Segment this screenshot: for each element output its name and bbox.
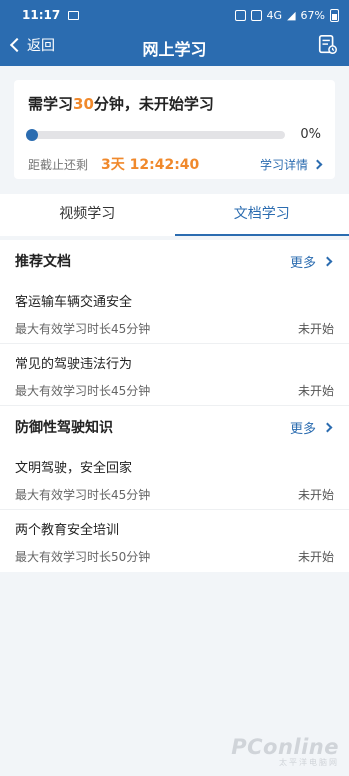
progress-percent: 0% (300, 127, 321, 142)
document-title: 客运输车辆交通安全 (15, 295, 133, 310)
more-label: 更多 (289, 421, 316, 437)
study-detail-label: 学习详情 (259, 157, 308, 172)
chevron-right-icon (312, 159, 323, 169)
more-label: 更多 (289, 255, 316, 271)
chevron-right-icon (322, 422, 333, 432)
image-notification-icon (68, 10, 80, 20)
section-title: 防御性驾驶知识 (15, 420, 113, 436)
study-summary-card: 需学习30分钟，未开始学习 0% 距截止还剩 3天 12:42:40 学习详情 (14, 80, 335, 179)
back-label: 返回 (27, 38, 55, 54)
watermark-logo: PConline (231, 735, 339, 759)
more-button[interactable]: 更多 (289, 418, 333, 437)
status-text: 未开始 (297, 322, 334, 336)
required-minutes: 30 (73, 95, 94, 113)
signal-icon (250, 9, 262, 21)
battery-icon (330, 8, 339, 22)
requirement-suffix: 分钟，未开始学习 (93, 95, 214, 113)
status-text: 未开始 (297, 384, 334, 398)
max-study-duration: 最大有效学习时长45分钟 (15, 322, 151, 336)
list-item[interactable]: 两个教育安全培训 最大有效学习时长50分钟 未开始 (0, 510, 349, 572)
section-title: 推荐文档 (15, 254, 71, 270)
status-icons: 4G ◢ 67% (234, 8, 339, 22)
document-title: 文明驾驶，安全回家 (15, 461, 133, 476)
document-meta: 最大有效学习时长45分钟 未开始 (15, 486, 334, 503)
max-study-duration: 最大有效学习时长45分钟 (15, 384, 151, 398)
back-button[interactable]: 返回 (9, 35, 55, 55)
watermark: PConline 太平洋电脑网 (231, 735, 339, 768)
deadline-label: 距截止还剩 (28, 157, 89, 172)
document-meta: 最大有效学习时长45分钟 未开始 (15, 382, 334, 399)
study-record-icon[interactable] (317, 34, 339, 56)
chevron-left-icon (9, 37, 25, 53)
deadline-row: 距截止还剩 3天 12:42:40 学习详情 (28, 154, 323, 174)
document-meta: 最大有效学习时长50分钟 未开始 (15, 548, 334, 565)
tab-bar: 视频学习 文档学习 (0, 194, 349, 236)
status-text: 未开始 (297, 550, 334, 564)
status-bar: 11:17 4G ◢ 67% (0, 0, 349, 30)
chevron-right-icon (322, 256, 333, 266)
requirement-prefix: 需学习 (28, 95, 74, 113)
max-study-duration: 最大有效学习时长45分钟 (15, 488, 151, 502)
nfc-icon (234, 9, 246, 21)
tab-video-study[interactable]: 视频学习 (0, 194, 175, 236)
list-item[interactable]: 文明驾驶，安全回家 最大有效学习时长45分钟 未开始 (0, 448, 349, 510)
battery-percent: 67% (300, 8, 325, 22)
progress-knob (26, 128, 38, 141)
study-detail-link[interactable]: 学习详情 (259, 156, 323, 173)
section-header-recommended: 推荐文档 更多 (0, 240, 349, 282)
list-item[interactable]: 客运输车辆交通安全 最大有效学习时长45分钟 未开始 (0, 282, 349, 344)
more-button[interactable]: 更多 (289, 252, 333, 271)
document-title: 两个教育安全培训 (15, 523, 120, 538)
status-time: 11:17 (22, 8, 61, 22)
progress-row: 0% (26, 127, 321, 142)
progress-track (26, 128, 285, 141)
document-meta: 最大有效学习时长45分钟 未开始 (15, 320, 334, 337)
section-header-defensive-driving: 防御性驾驶知识 更多 (0, 406, 349, 448)
deadline-countdown: 3天 12:42:40 (101, 157, 200, 173)
app-header: 11:17 4G ◢ 67% 返回 网上学习 (0, 0, 349, 66)
cellular-icon: ◢ (287, 8, 296, 22)
network-type: 4G (266, 8, 283, 22)
tab-document-study[interactable]: 文档学习 (174, 194, 349, 236)
document-title: 常见的驾驶违法行为 (15, 357, 133, 372)
max-study-duration: 最大有效学习时长50分钟 (15, 550, 151, 564)
study-requirement: 需学习30分钟，未开始学习 (28, 93, 321, 114)
status-text: 未开始 (297, 488, 334, 502)
document-list: 推荐文档 更多 客运输车辆交通安全 最大有效学习时长45分钟 未开始 常见的驾驶… (0, 240, 349, 572)
nav-bar: 返回 网上学习 (0, 30, 349, 66)
list-item[interactable]: 常见的驾驶违法行为 最大有效学习时长45分钟 未开始 (0, 344, 349, 406)
